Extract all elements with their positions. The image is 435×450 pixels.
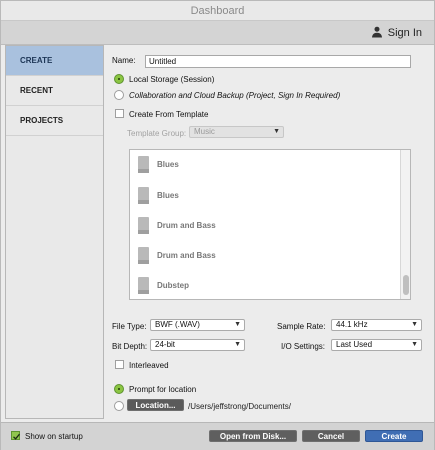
template-label: Drum and Bass [157,221,216,230]
sign-in-button[interactable]: Sign In [371,25,422,41]
sidebar-item-recent[interactable]: RECENT [6,76,103,106]
template-scrollbar[interactable] [400,150,410,299]
template-item[interactable]: Blues [138,155,179,174]
template-list[interactable]: Blues Blues Drum and Bass Drum and Bass … [129,149,411,300]
location-radio[interactable] [114,401,124,411]
person-icon [371,26,388,41]
sample-rate-select[interactable]: 44.1 kHz ▼ [331,319,422,331]
open-from-disk-button[interactable]: Open from Disk... [209,430,297,442]
template-label: Blues [157,160,179,169]
cancel-button[interactable]: Cancel [302,430,360,442]
template-item[interactable]: Drum and Bass [138,216,216,235]
template-label: Blues [157,191,179,200]
chevron-down-icon: ▼ [411,321,418,328]
file-type-value: BWF (.WAV) [155,320,200,329]
sign-in-label: Sign In [387,27,422,39]
local-storage-radio[interactable] [114,74,124,84]
location-button[interactable]: Location... [127,399,184,411]
name-input[interactable]: Untitled [145,55,411,68]
template-group-select: Music ▼ [189,126,284,138]
io-settings-label: I/O Settings: [281,342,326,351]
person-icon-svg [371,26,382,37]
interleaved-label: Interleaved [129,361,169,370]
chevron-down-icon: ▼ [234,341,241,348]
prompt-location-radio[interactable] [114,384,124,394]
template-item[interactable]: Blues [138,186,179,205]
sample-rate-value: 44.1 kHz [336,320,368,329]
local-storage-label: Local Storage (Session) [129,75,215,84]
bit-depth-select[interactable]: 24-bit ▼ [150,339,245,351]
sidebar-item-create[interactable]: CREATE [6,46,103,76]
io-settings-value: Last Used [336,340,373,349]
file-type-label: File Type: [112,322,147,331]
check-icon [13,433,20,440]
bit-depth-value: 24-bit [155,340,176,349]
chevron-down-icon: ▼ [273,128,280,135]
template-label: Dubstep [157,281,189,290]
bit-depth-label: Bit Depth: [112,342,148,351]
io-settings-select[interactable]: Last Used ▼ [331,339,422,351]
create-from-template-label: Create From Template [129,110,209,119]
sign-in-bar: Sign In [1,21,434,45]
cloud-backup-radio[interactable] [114,90,124,100]
chevron-down-icon: ▼ [234,321,241,328]
sample-rate-label: Sample Rate: [277,322,326,331]
dashboard-window: Dashboard Sign In CREATE RECENT PROJECTS… [0,0,435,450]
create-button[interactable]: Create [365,430,423,442]
name-label: Name: [112,56,136,65]
prompt-location-label: Prompt for location [129,385,197,394]
sidebar-item-projects[interactable]: PROJECTS [6,106,103,136]
show-on-startup-label: Show on startup [25,432,83,441]
interleaved-checkbox[interactable] [115,360,124,369]
document-icon [138,277,149,294]
sidebar-item-label: CREATE [20,56,53,65]
document-icon [138,156,149,173]
window-title: Dashboard [1,1,434,21]
document-icon [138,217,149,234]
location-path: /Users/jeffstrong/Documents/ [188,402,292,411]
document-icon [138,187,149,204]
sidebar-item-label: RECENT [20,86,53,95]
template-group-value: Music [194,127,215,136]
create-from-template-checkbox[interactable] [115,109,124,118]
template-item[interactable]: Drum and Bass [138,246,216,265]
document-icon [138,247,149,264]
template-group-label: Template Group: [127,129,187,138]
chevron-down-icon: ▼ [411,341,418,348]
template-label: Drum and Bass [157,251,216,260]
sidebar: CREATE RECENT PROJECTS [5,45,104,419]
file-type-select[interactable]: BWF (.WAV) ▼ [150,319,245,331]
footer-bar: Show on startup Open from Disk... Cancel… [1,422,434,450]
show-on-startup-checkbox[interactable] [11,431,20,440]
sidebar-item-label: PROJECTS [20,116,64,125]
scrollbar-thumb[interactable] [403,275,409,295]
template-item[interactable]: Dubstep [138,276,189,295]
cloud-backup-label: Collaboration and Cloud Backup (Project,… [129,91,341,100]
